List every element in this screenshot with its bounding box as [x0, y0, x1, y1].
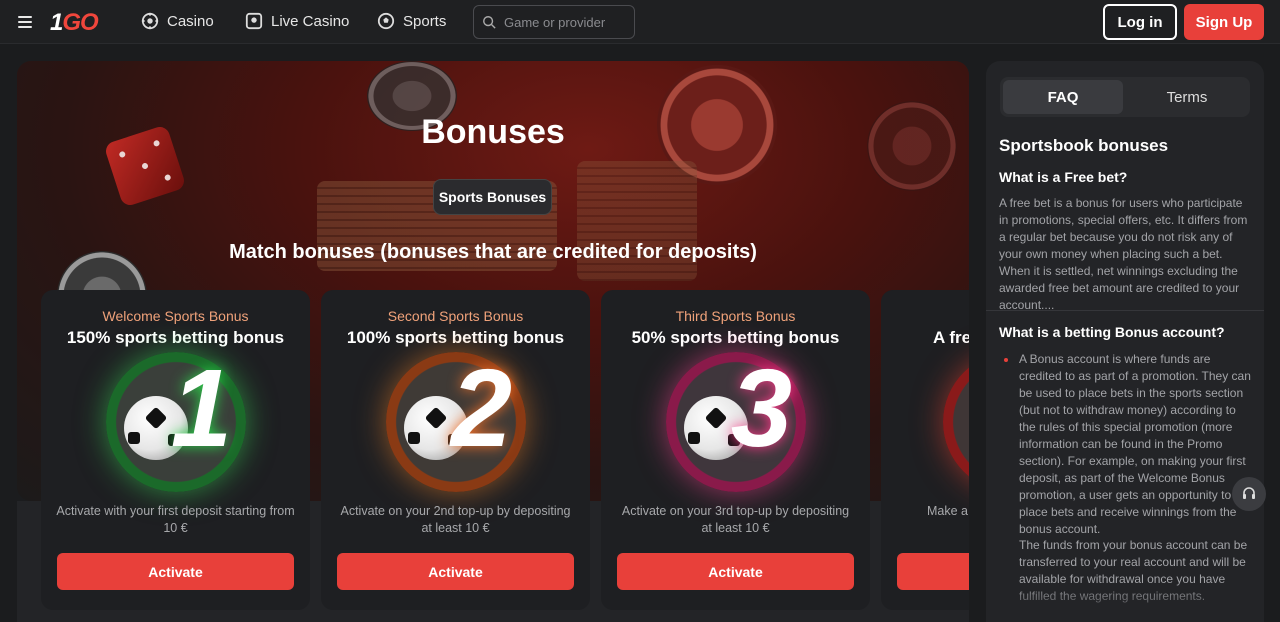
panel-heading: Sportsbook bonuses — [999, 136, 1169, 155]
page-title: Bonuses — [421, 113, 565, 151]
login-button[interactable]: Log in — [1103, 4, 1177, 40]
card-description: Make a d — [927, 504, 969, 518]
divider — [986, 310, 1264, 311]
medal-2-icon: 2 — [386, 352, 526, 492]
bonus-card-second: Second Sports Bonus 100% sports betting … — [321, 290, 590, 610]
medal-3-icon: 3 — [666, 352, 806, 492]
activate-button[interactable]: Activate — [57, 553, 294, 590]
live-casino-icon — [245, 12, 263, 30]
activate-button[interactable] — [897, 553, 969, 590]
card-eyebrow: Welcome Sports Bonus — [102, 308, 249, 324]
tab-faq[interactable]: FAQ — [1003, 80, 1123, 114]
headset-icon — [1243, 487, 1255, 499]
faq-question[interactable]: What is a betting Bonus account? — [999, 324, 1225, 340]
menu-icon[interactable] — [18, 16, 32, 28]
bonus-card-third: Third Sports Bonus 50% sports betting bo… — [601, 290, 870, 610]
search-box[interactable] — [473, 5, 635, 39]
faq-question[interactable]: What is a Free bet? — [999, 169, 1127, 185]
signup-button[interactable]: Sign Up — [1184, 4, 1264, 40]
card-title: A fre — [933, 328, 969, 347]
faq-panel: FAQ Terms Sportsbook bonuses What is a F… — [986, 61, 1264, 622]
nav-sports-label: Sports — [403, 12, 447, 30]
tab-terms[interactable]: Terms — [1127, 80, 1247, 114]
logo[interactable]: 1GO — [50, 9, 99, 37]
section-title: Match bonuses (bonuses that are credited… — [229, 241, 757, 263]
panel-tabs: FAQ Terms — [1000, 77, 1250, 117]
card-description: Activate with your first deposit startin… — [56, 504, 295, 535]
bonus-card-fourth-partial: A fre Make a d — [881, 290, 969, 610]
nav-live-casino-label: Live Casino — [271, 12, 350, 30]
scroll-fade — [986, 581, 1264, 622]
search-icon — [483, 16, 496, 29]
card-description: Activate on your 3rd top-up by depositin… — [621, 504, 850, 535]
faq-answer: A Bonus account is where funds are credi… — [1019, 352, 1251, 536]
bullet-icon — [1004, 358, 1008, 362]
nav-sports[interactable]: Sports — [377, 12, 446, 30]
faq-answer: A free bet is a bonus for users who part… — [999, 196, 1248, 312]
nav-live-casino[interactable]: Live Casino — [245, 12, 349, 30]
card-title: 150% sports betting bonus — [66, 328, 285, 347]
activate-button[interactable]: Activate — [337, 553, 574, 590]
card-title: 100% sports betting bonus — [346, 328, 565, 347]
medal-1-icon: 1 — [106, 352, 246, 492]
bonus-number: 2 — [450, 347, 512, 470]
bonus-number: 1 — [170, 347, 232, 470]
soccer-ball-icon — [377, 12, 395, 30]
nav-casino-label: Casino — [167, 12, 214, 30]
activate-button[interactable]: Activate — [617, 553, 854, 590]
search-input[interactable] — [504, 14, 624, 30]
bonus-number: 3 — [730, 347, 792, 470]
medal-4-icon — [943, 352, 969, 492]
bonus-card-welcome: Welcome Sports Bonus 150% sports betting… — [41, 290, 310, 610]
card-title: 50% sports betting bonus — [631, 328, 840, 347]
nav-casino[interactable]: Casino — [141, 12, 214, 30]
casino-chip-icon — [141, 12, 159, 30]
card-eyebrow: Second Sports Bonus — [387, 308, 524, 324]
card-description: Activate on your 2nd top-up by depositin… — [340, 504, 571, 535]
card-eyebrow: Third Sports Bonus — [675, 308, 796, 324]
support-chat-button[interactable] — [1232, 477, 1266, 511]
sports-bonuses-pill[interactable]: Sports Bonuses — [433, 179, 552, 215]
top-bar: 1GO Casino Live Casino Sports Log in Sig… — [0, 0, 1280, 44]
